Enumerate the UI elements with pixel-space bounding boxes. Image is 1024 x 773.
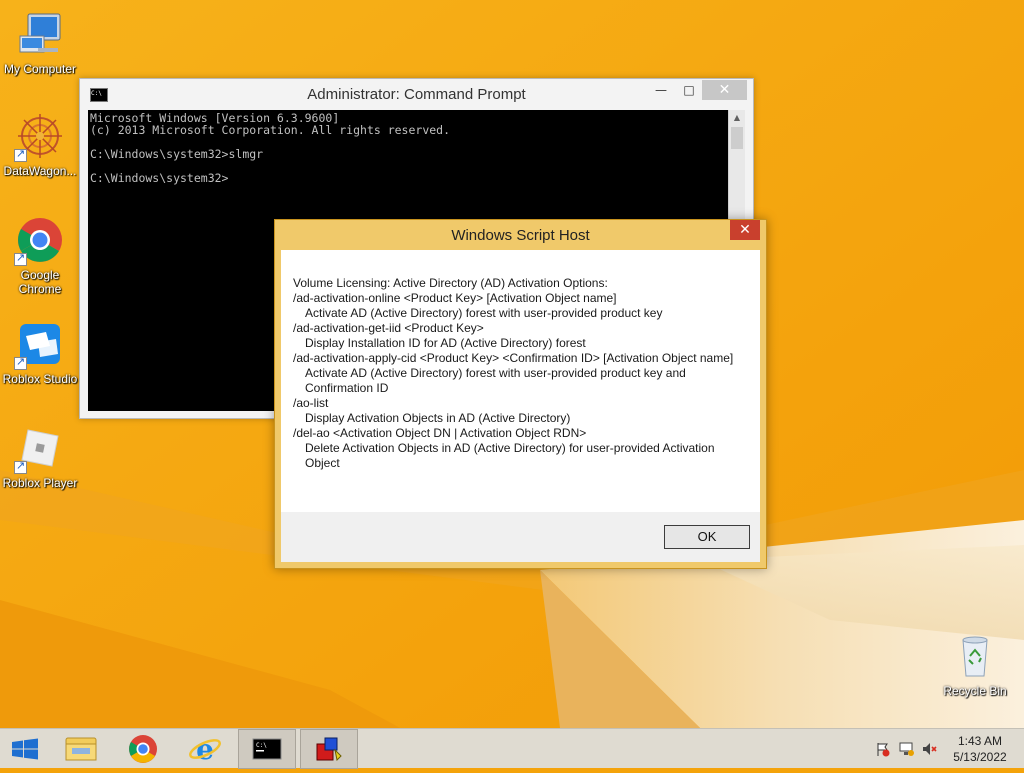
chrome-icon bbox=[129, 735, 157, 763]
desktop-icon-datawagon[interactable]: DataWagon... bbox=[0, 112, 80, 178]
message-line: Delete Activation Objects in AD (Active … bbox=[305, 441, 715, 470]
svg-text:e: e bbox=[196, 733, 214, 766]
ok-button[interactable]: OK bbox=[664, 525, 750, 549]
minimize-icon: — bbox=[655, 83, 667, 97]
dialog-client-area: Volume Licensing: Active Directory (AD) … bbox=[281, 250, 760, 562]
maximize-icon: □ bbox=[683, 83, 695, 97]
recycle-bin-icon bbox=[962, 636, 988, 677]
message-line: /ad-activation-online <Product Key> [Act… bbox=[293, 291, 617, 305]
message-line: /del-ao <Activation Object DN | Activati… bbox=[293, 426, 587, 440]
shortcut-arrow-icon bbox=[14, 459, 27, 474]
desktop-icon-google-chrome[interactable]: Google Chrome bbox=[0, 216, 80, 296]
cmd-titlebar[interactable]: C:\ Administrator: Command Prompt — □ ✕ bbox=[80, 79, 753, 110]
desktop-icon-label: Roblox Studio bbox=[2, 372, 78, 386]
taskbar-script-host[interactable] bbox=[300, 729, 358, 769]
shortcut-arrow-icon bbox=[14, 147, 27, 162]
message-line: /ad-activation-apply-cid <Product Key> <… bbox=[293, 351, 734, 365]
desktop-icon-label: Roblox Player bbox=[2, 476, 78, 490]
desktop-icon-recycle-bin[interactable]: Recycle Bin bbox=[935, 632, 1015, 698]
console-line: C:\Windows\system32> bbox=[90, 171, 229, 185]
console-line: (c) 2013 Microsoft Corporation. All righ… bbox=[90, 123, 451, 137]
taskbar-file-explorer[interactable] bbox=[52, 729, 110, 769]
scroll-thumb[interactable] bbox=[731, 127, 743, 149]
start-button[interactable] bbox=[0, 729, 50, 769]
network-icon[interactable] bbox=[898, 741, 914, 757]
windows-logo-icon bbox=[12, 738, 38, 760]
desktop-icon-my-computer[interactable]: My Computer bbox=[0, 10, 80, 76]
desktop-icon-label: Recycle Bin bbox=[943, 684, 1007, 698]
taskbar-chrome[interactable] bbox=[114, 729, 172, 769]
cmd-icon: C:\ bbox=[252, 738, 282, 760]
console-line: C:\Windows\system32>slmgr bbox=[90, 147, 264, 161]
desktop-icon-roblox-player[interactable]: Roblox Player bbox=[0, 424, 80, 490]
internet-explorer-icon: e bbox=[189, 733, 221, 766]
windows-script-host-dialog[interactable]: Windows Script Host ✕ Volume Licensing: … bbox=[274, 219, 767, 569]
action-center-flag-icon[interactable] bbox=[875, 741, 891, 757]
minimize-button[interactable]: — bbox=[647, 80, 675, 100]
taskbar-command-prompt[interactable]: C:\ bbox=[238, 729, 296, 769]
desktop-icon-roblox-studio[interactable]: Roblox Studio bbox=[0, 320, 80, 386]
desktop-icon-label: DataWagon... bbox=[3, 164, 77, 178]
message-line: Activate AD (Active Directory) forest wi… bbox=[305, 306, 663, 320]
dialog-message: Volume Licensing: Active Directory (AD) … bbox=[293, 276, 743, 471]
close-icon: ✕ bbox=[739, 222, 751, 238]
folder-icon bbox=[65, 737, 97, 761]
shortcut-arrow-icon bbox=[14, 355, 27, 370]
volume-muted-icon[interactable] bbox=[921, 741, 937, 757]
script-host-icon bbox=[316, 737, 342, 762]
message-line: Display Installation ID for AD (Active D… bbox=[305, 336, 586, 350]
svg-text:C:\: C:\ bbox=[256, 742, 267, 749]
desktop-icon-label: My Computer bbox=[3, 62, 77, 76]
taskbar: e C:\ 1:43 AM 5/13/2022 bbox=[0, 728, 1024, 769]
dialog-title: Windows Script Host bbox=[451, 227, 590, 244]
maximize-button[interactable]: □ bbox=[675, 80, 703, 100]
message-line: /ao-list bbox=[293, 396, 329, 410]
message-line: Volume Licensing: Active Directory (AD) … bbox=[293, 276, 608, 290]
message-line: /ad-activation-get-iid <Product Key> bbox=[293, 321, 484, 335]
clock-date: 5/13/2022 bbox=[953, 750, 1007, 764]
close-button[interactable]: ✕ bbox=[702, 80, 747, 100]
dialog-close-button[interactable]: ✕ bbox=[730, 220, 760, 240]
taskbar-internet-explorer[interactable]: e bbox=[176, 729, 234, 769]
message-line: Display Activation Objects in AD (Active… bbox=[305, 411, 571, 425]
clock-time: 1:43 AM bbox=[957, 734, 1003, 748]
desktop-icon-label: Google Chrome bbox=[18, 268, 62, 296]
dialog-message-area: Volume Licensing: Active Directory (AD) … bbox=[281, 250, 760, 512]
system-clock[interactable]: 1:43 AM 5/13/2022 bbox=[945, 733, 1015, 765]
message-line: Activate AD (Active Directory) forest wi… bbox=[305, 366, 686, 395]
close-icon: ✕ bbox=[718, 82, 731, 98]
computer-icon bbox=[19, 13, 61, 53]
shortcut-arrow-icon bbox=[14, 251, 27, 266]
scroll-up-icon[interactable]: ▲ bbox=[729, 110, 745, 126]
